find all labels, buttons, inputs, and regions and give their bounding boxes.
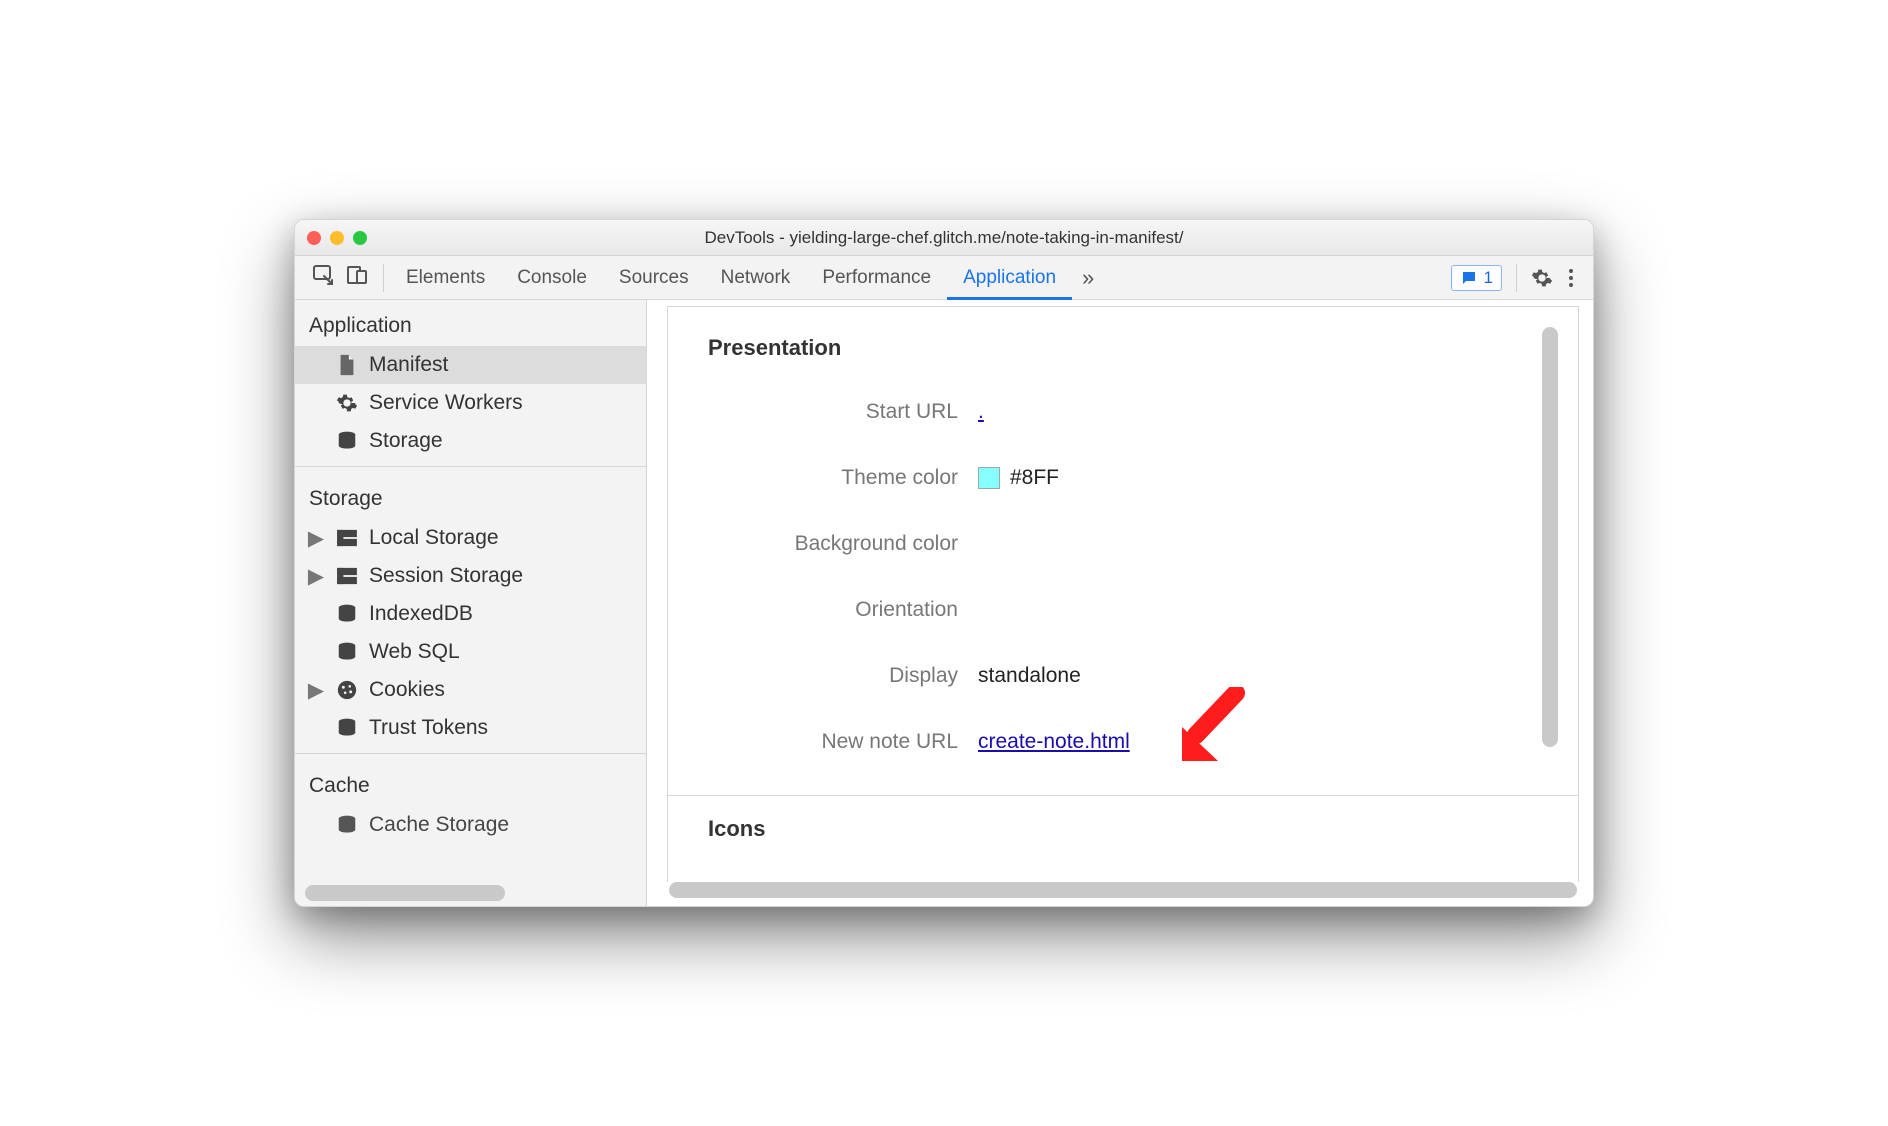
theme-color-swatch — [978, 467, 1000, 489]
sidebar-group-storage: Storage — [295, 481, 646, 519]
settings-icon[interactable] — [1531, 267, 1553, 289]
devtools-toolbar: Elements Console Sources Network Perform… — [295, 256, 1593, 300]
sidebar-horizontal-scrollbar[interactable] — [305, 884, 636, 902]
inspect-icon[interactable] — [311, 263, 335, 292]
sidebar-item-label: Cache Storage — [369, 813, 509, 837]
tab-console[interactable]: Console — [501, 256, 603, 299]
table-icon — [335, 526, 359, 550]
tab-sources[interactable]: Sources — [603, 256, 705, 299]
section-presentation: Presentation — [668, 307, 1578, 379]
row-display: Display standalone — [668, 643, 1578, 709]
more-menu-icon[interactable] — [1561, 267, 1581, 289]
titlebar: DevTools - yielding-large-chef.glitch.me… — [295, 220, 1593, 256]
window-title: DevTools - yielding-large-chef.glitch.me… — [295, 228, 1593, 248]
chevron-right-icon: ▶ — [309, 678, 323, 703]
tab-network[interactable]: Network — [705, 256, 807, 299]
sidebar-item-service-workers[interactable]: Service Workers — [295, 384, 646, 422]
section-icons: Icons — [668, 796, 1578, 860]
row-new-note-url: New note URL create-note.html — [668, 709, 1578, 775]
database-icon — [335, 429, 359, 453]
window-controls — [307, 231, 367, 245]
table-icon — [335, 564, 359, 588]
main-vertical-scrollbar[interactable] — [1542, 327, 1558, 747]
row-orientation: Orientation — [668, 577, 1578, 643]
new-note-url-link[interactable]: create-note.html — [978, 730, 1130, 754]
database-icon — [335, 813, 359, 837]
row-theme-color: Theme color #8FF — [668, 445, 1578, 511]
device-toolbar-icon[interactable] — [345, 263, 369, 292]
database-icon — [335, 602, 359, 626]
start-url-link[interactable]: . — [978, 400, 984, 424]
gear-icon — [335, 391, 359, 415]
sidebar-item-label: Storage — [369, 429, 443, 453]
tab-performance[interactable]: Performance — [806, 256, 947, 299]
panel-tabs: Elements Console Sources Network Perform… — [390, 256, 1451, 299]
row-start-url: Start URL . — [668, 379, 1578, 445]
sidebar-item-cookies[interactable]: ▶ Cookies — [295, 671, 646, 709]
sidebar-item-label: IndexedDB — [369, 602, 473, 626]
sidebar-item-label: Session Storage — [369, 564, 523, 588]
devtools-window: DevTools - yielding-large-chef.glitch.me… — [294, 219, 1594, 907]
file-icon — [335, 353, 359, 377]
maximize-window-button[interactable] — [353, 231, 367, 245]
database-icon — [335, 640, 359, 664]
chevron-right-icon: ▶ — [309, 526, 323, 551]
issues-badge[interactable]: 1 — [1451, 265, 1502, 291]
sidebar-item-storage[interactable]: Storage — [295, 422, 646, 460]
main-horizontal-scrollbar[interactable] — [669, 882, 1577, 900]
sidebar-group-cache: Cache — [295, 768, 646, 806]
sidebar-item-indexeddb[interactable]: IndexedDB — [295, 595, 646, 633]
chevron-right-icon: ▶ — [309, 564, 323, 589]
sidebar-item-label: Cookies — [369, 678, 445, 702]
sidebar-item-websql[interactable]: Web SQL — [295, 633, 646, 671]
tab-elements[interactable]: Elements — [390, 256, 501, 299]
minimize-window-button[interactable] — [330, 231, 344, 245]
sidebar-item-label: Manifest — [369, 353, 448, 377]
close-window-button[interactable] — [307, 231, 321, 245]
sidebar-item-label: Service Workers — [369, 391, 523, 415]
manifest-panel: Presentation Start URL . Theme color #8F… — [647, 300, 1593, 906]
sidebar-item-label: Trust Tokens — [369, 716, 488, 740]
sidebar-item-manifest[interactable]: Manifest — [295, 346, 646, 384]
display-value: standalone — [978, 664, 1081, 688]
sidebar-item-cache-storage[interactable]: Cache Storage — [295, 806, 646, 844]
application-sidebar: Application Manifest Service Workers Sto… — [295, 300, 647, 906]
cookie-icon — [335, 678, 359, 702]
sidebar-item-label: Local Storage — [369, 526, 499, 550]
theme-color-value: #8FF — [1010, 466, 1059, 490]
sidebar-item-local-storage[interactable]: ▶ Local Storage — [295, 519, 646, 557]
database-icon — [335, 716, 359, 740]
sidebar-item-session-storage[interactable]: ▶ Session Storage — [295, 557, 646, 595]
tabs-overflow-button[interactable]: » — [1072, 265, 1104, 291]
sidebar-group-application: Application — [295, 308, 646, 346]
tab-application[interactable]: Application — [947, 256, 1072, 299]
sidebar-item-label: Web SQL — [369, 640, 460, 664]
row-background-color: Background color — [668, 511, 1578, 577]
sidebar-item-trust-tokens[interactable]: Trust Tokens — [295, 709, 646, 747]
